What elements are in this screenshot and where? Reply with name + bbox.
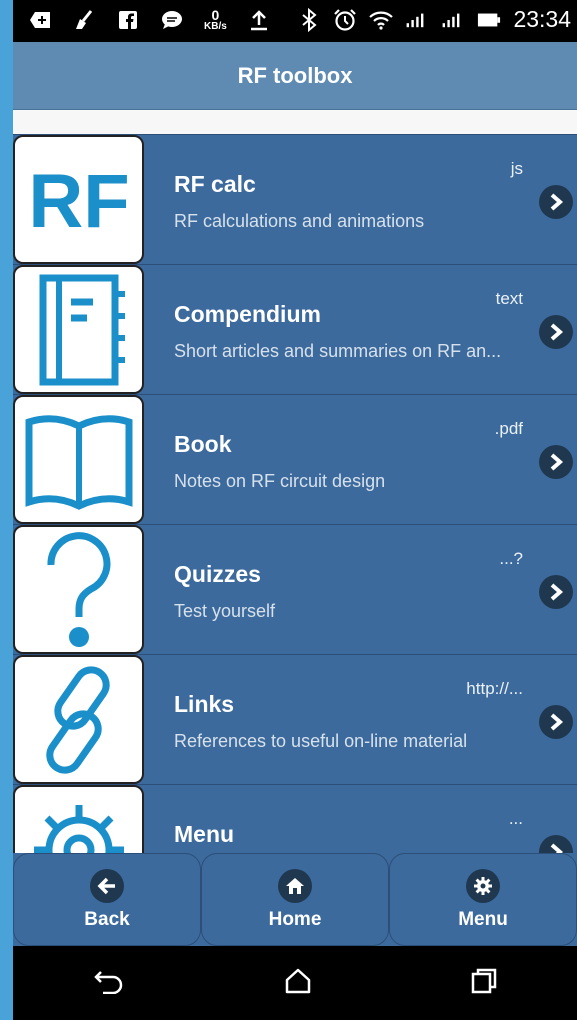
status-clock: 23:34 [513,6,571,32]
app-header: RF toolbox [13,42,577,110]
chevron-right-icon[interactable] [539,835,573,853]
item-title: Menu [174,821,235,847]
chevron-right-icon[interactable] [539,445,573,479]
plus-tab-icon [28,8,52,32]
status-bar: 0 KB/s 23:34 [0,0,577,42]
home-outline-icon[interactable] [285,968,311,999]
gear-icon [466,868,500,903]
back-label: Back [84,908,130,930]
item-aside: text [495,289,523,308]
menu-label: Menu [458,908,508,930]
question-mark-icon [13,525,144,654]
list-item-menu[interactable]: Menu ... [13,784,577,853]
recents-icon[interactable] [471,968,497,999]
item-aside: js [510,159,523,178]
item-aside: .pdf [494,419,523,438]
facebook-icon [116,8,140,32]
tool-list: RF RF calc RF calculations and animation… [13,134,577,853]
list-item-book[interactable]: Book Notes on RF circuit design .pdf [13,394,577,524]
item-title: Compendium [174,301,321,327]
network-speed: 0 KB/s [204,8,227,32]
item-aside: http://... [466,679,523,698]
signal-icon [441,8,465,32]
battery-icon [477,8,501,32]
upload-icon [247,8,271,32]
item-title: Links [174,691,235,717]
signal-icon [405,8,429,32]
item-description: Short articles and summaries on RF an... [174,341,502,361]
menu-button[interactable]: Menu [389,853,577,946]
chevron-right-icon[interactable] [539,705,573,739]
system-navigation-bar [13,946,577,1020]
chevron-right-icon[interactable] [539,185,573,219]
alarm-icon [333,8,357,32]
content-area[interactable]: RF RF calc RF calculations and animation… [13,110,577,853]
item-title: RF calc [174,171,256,197]
item-aside: ... [508,809,523,828]
arrow-left-icon [90,868,124,903]
chevron-right-icon[interactable] [539,315,573,349]
left-edge-strip [0,0,13,1020]
bottom-navigation: Back Home Menu [13,853,577,946]
rf-logo-icon: RF [13,135,144,264]
chat-icon [160,8,184,32]
item-description: References to useful on-line material [174,731,468,751]
home-icon [278,868,312,903]
item-aside: ...? [499,549,523,568]
app-screen: 0 KB/s 23:34 RF toolbox RF RF calc RF ca… [0,0,577,1020]
chain-link-icon [13,655,144,784]
home-label: Home [268,908,322,930]
broom-icon [72,8,96,32]
list-item-links[interactable]: Links References to useful on-line mater… [13,654,577,784]
item-title: Book [174,431,232,457]
page-title: RF toolbox [237,62,353,88]
list-item-quizzes[interactable]: Quizzes Test yourself ...? [13,524,577,654]
home-button[interactable]: Home [201,853,389,946]
bluetooth-icon [297,7,321,32]
notebook-icon [13,265,144,394]
item-description: Notes on RF circuit design [174,471,386,491]
svg-text:RF: RF [28,165,129,235]
list-item-compendium[interactable]: Compendium Short articles and summaries … [13,264,577,394]
item-title: Quizzes [174,561,261,587]
wifi-icon [369,8,394,32]
open-book-icon [13,395,144,524]
gear-icon [13,785,144,853]
back-icon[interactable] [93,968,125,999]
list-item-rf-calc[interactable]: RF RF calc RF calculations and animation… [13,134,577,264]
item-description: Test yourself [174,601,276,621]
item-description: RF calculations and animations [174,211,425,231]
speed-unit: KB/s [204,21,227,32]
chevron-right-icon[interactable] [539,575,573,609]
back-button[interactable]: Back [13,853,201,946]
